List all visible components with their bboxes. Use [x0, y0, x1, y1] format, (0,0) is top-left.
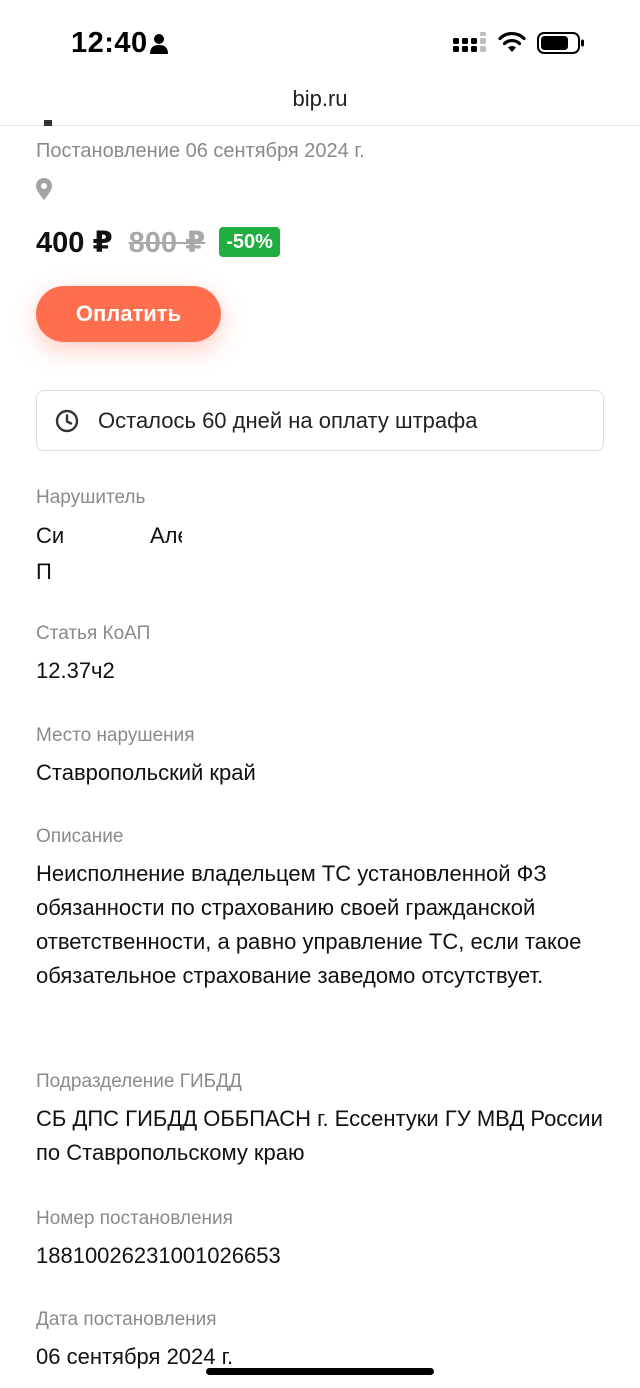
place-value: Ставропольский край — [36, 760, 256, 785]
place-label: Место нарушения — [36, 725, 195, 746]
location-pin-icon — [36, 178, 52, 200]
resolution-date-line: Постановление 06 сентября 2024 г. — [36, 140, 365, 162]
home-indicator[interactable] — [206, 1368, 434, 1375]
person-icon — [150, 34, 168, 54]
price-current: 400 ₽ — [36, 226, 113, 259]
violator-name-fragment: Си — [36, 523, 65, 548]
payment-deadline-notice: Осталось 60 дней на оплату штрафа — [36, 390, 604, 451]
wifi-icon — [498, 31, 526, 52]
price-original: 800 ₽ — [128, 226, 206, 259]
redaction-mask — [182, 521, 198, 551]
place-field: Место нарушения Ставропольский край — [36, 724, 606, 790]
article-value: 12.37ч2 — [36, 658, 115, 683]
violator-field: Нарушитель — [36, 486, 606, 510]
article-field: Статья КоАП 12.37ч2 — [36, 622, 606, 688]
clipped-text-line — [36, 120, 156, 126]
resolution-number-label: Номер постановления — [36, 1208, 233, 1229]
article-label: Статья КоАП — [36, 623, 151, 644]
department-label: Подразделение ГИБДД — [36, 1071, 242, 1092]
clock-icon — [55, 409, 79, 432]
resolution-number-field: Номер постановления 18810026231001026653 — [36, 1207, 606, 1273]
url-text: bip.ru — [292, 86, 348, 111]
price-row: 400 ₽ 800 ₽ -50% — [36, 222, 280, 262]
violator-name-fragment: П — [36, 559, 52, 584]
signal-icon — [453, 32, 486, 52]
pay-button[interactable]: Оплатить — [36, 286, 221, 342]
resolution-date-label: Дата постановления — [36, 1309, 217, 1330]
status-bar: 12:40 — [0, 0, 640, 84]
description-label: Описание — [36, 826, 124, 847]
violator-name: Си Але П — [36, 519, 336, 589]
department-value: СБ ДПС ГИБДД ОББПАСН г. Ессентуки ГУ МВД… — [36, 1106, 603, 1165]
department-field: Подразделение ГИБДД СБ ДПС ГИБДД ОББПАСН… — [36, 1070, 606, 1170]
resolution-number-value: 18810026231001026653 — [36, 1243, 281, 1268]
resolution-date-field: Дата постановления 06 сентября 2024 г. — [36, 1308, 606, 1374]
description-value: Неисполнение владельцем ТС установленной… — [36, 861, 582, 988]
violator-label: Нарушитель — [36, 487, 146, 508]
status-time: 12:40 — [71, 27, 148, 59]
notice-text: Осталось 60 дней на оплату штрафа — [98, 407, 478, 433]
description-field: Описание Неисполнение владельцем ТС уста… — [36, 825, 606, 993]
discount-badge: -50% — [219, 227, 280, 257]
battery-icon — [537, 32, 584, 54]
